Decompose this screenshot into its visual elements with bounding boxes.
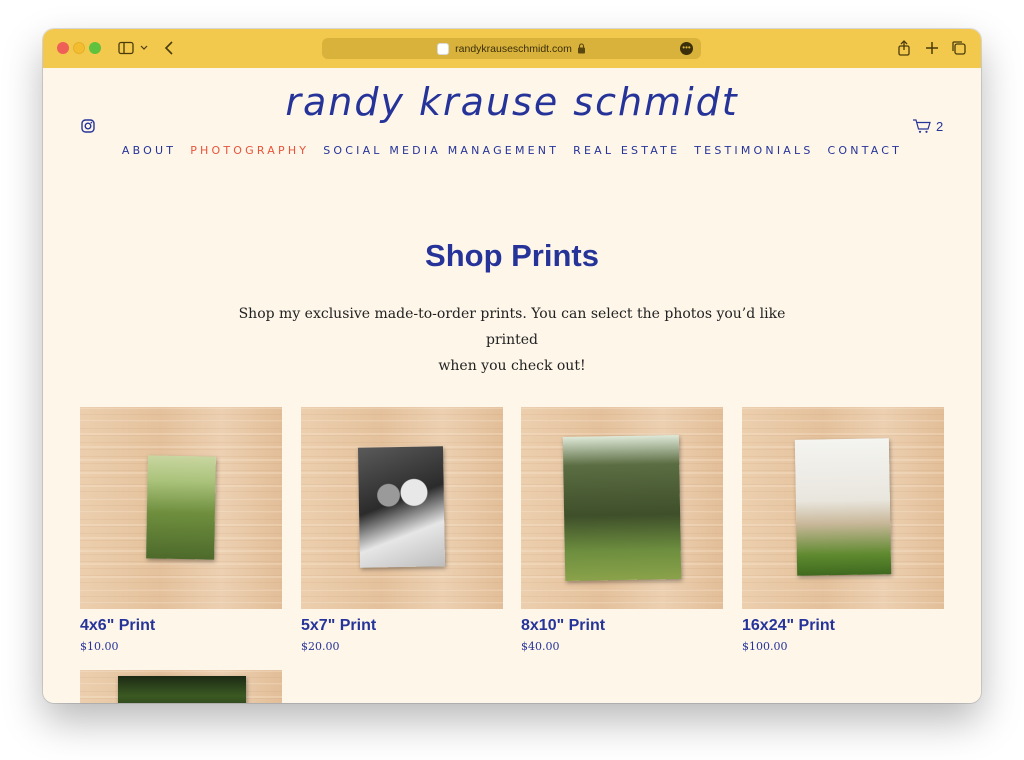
- cart-icon: [913, 119, 931, 133]
- instagram-icon[interactable]: [81, 119, 95, 133]
- sidebar-icon[interactable]: [117, 39, 135, 57]
- product-image[interactable]: [742, 407, 944, 609]
- minimize-window-button[interactable]: [73, 42, 85, 54]
- intro-line-1: Shop my exclusive made-to-order prints. …: [238, 306, 786, 348]
- lock-icon: [577, 43, 585, 54]
- product-title[interactable]: 16x24" Print: [742, 617, 944, 635]
- cart-count: 2: [936, 118, 944, 134]
- print-photo-kids: [794, 438, 892, 576]
- site-favicon: [437, 42, 450, 55]
- tabs-icon[interactable]: [950, 39, 968, 57]
- product-price: $40.00: [521, 640, 560, 653]
- product-card-8x10[interactable]: 8x10" Print $40.00: [521, 407, 723, 653]
- product-card-16x24[interactable]: 16x24" Print $100.00: [742, 407, 944, 653]
- product-price: $100.00: [742, 640, 788, 653]
- print-photo-oak-couple: [562, 434, 682, 582]
- zoom-window-button[interactable]: [89, 42, 101, 54]
- print-photo-couple-bw: [357, 446, 446, 568]
- browser-toolbar: randykrauseschmidt.com •••: [43, 29, 981, 68]
- product-image[interactable]: [80, 670, 282, 703]
- product-image[interactable]: [301, 407, 503, 609]
- cart-button[interactable]: 2: [912, 118, 943, 134]
- nav-social-media-management[interactable]: SOCIAL MEDIA MANAGEMENT: [323, 144, 559, 157]
- product-title[interactable]: 5x7" Print: [301, 617, 503, 635]
- chevron-down-icon[interactable]: [139, 41, 149, 55]
- product-card-5x7[interactable]: 5x7" Print $20.00: [301, 407, 503, 653]
- product-image[interactable]: [80, 407, 282, 609]
- nav-contact[interactable]: CONTACT: [828, 144, 903, 157]
- product-title[interactable]: 8x10" Print: [521, 617, 723, 635]
- nav-testimonials[interactable]: TESTIMONIALS: [694, 144, 813, 157]
- nav-real-estate[interactable]: REAL ESTATE: [573, 144, 680, 157]
- site-logo[interactable]: randy krause schmidt: [43, 80, 981, 124]
- main-nav: ABOUT PHOTOGRAPHY SOCIAL MEDIA MANAGEMEN…: [43, 144, 981, 157]
- product-card-4x6[interactable]: 4x6" Print $10.00: [80, 407, 282, 653]
- product-price: $10.00: [80, 640, 119, 653]
- url-text: randykrauseschmidt.com: [455, 42, 572, 55]
- browser-window: randykrauseschmidt.com ••• randy krause …: [43, 29, 981, 703]
- web-page: randy krause schmidt 2 ABOUT PHOTOGRAPHY…: [43, 68, 981, 703]
- product-image[interactable]: [521, 407, 723, 609]
- nav-photography[interactable]: PHOTOGRAPHY: [190, 144, 309, 157]
- product-price: $20.00: [301, 640, 340, 653]
- page-title: Shop Prints: [425, 238, 599, 273]
- share-icon[interactable]: [895, 39, 913, 57]
- close-window-button[interactable]: [57, 42, 69, 54]
- product-card-partial[interactable]: [80, 670, 282, 703]
- plus-icon[interactable]: [923, 39, 941, 57]
- address-bar[interactable]: randykrauseschmidt.com •••: [322, 38, 701, 59]
- print-photo-trees: [118, 676, 246, 703]
- nav-about[interactable]: ABOUT: [122, 144, 176, 157]
- intro-text: Shop my exclusive made-to-order prints. …: [238, 301, 786, 379]
- intro-line-2: when you check out!: [438, 358, 586, 374]
- more-icon[interactable]: •••: [680, 42, 693, 55]
- print-photo-family: [146, 455, 216, 560]
- product-title[interactable]: 4x6" Print: [80, 617, 282, 635]
- back-icon[interactable]: [161, 39, 179, 57]
